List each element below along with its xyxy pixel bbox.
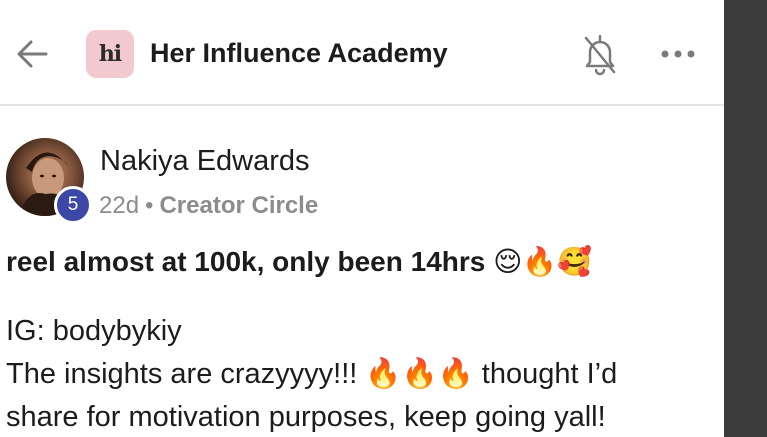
post-title: reel almost at 100k, only been 14hrs 😌🔥🥰 [6,246,593,277]
post-body: IG: bodybykiy The insights are crazyyyy!… [6,310,706,437]
background-edge [724,0,767,437]
bell-slash-icon [584,34,616,76]
back-button[interactable] [14,36,50,72]
group-header: hi Her Influence Academy [0,0,724,106]
post-meta: 22d • Creator Circle [99,192,318,220]
meta-separator: • [145,192,154,219]
level-badge: 5 [54,186,92,224]
notifications-toggle-button[interactable] [582,32,618,76]
group-title[interactable]: Her Influence Academy [150,38,448,69]
author-avatar-wrapper[interactable]: 5 [6,138,92,224]
more-options-button[interactable] [660,44,696,64]
arrow-left-icon [17,40,48,68]
post-body-line: IG: bodybykiy [6,315,182,347]
post-body-line: The insights are crazyyyy!!! 🔥🔥🔥 thought… [6,358,618,390]
post-screen: hi Her Influence Academy 5 Nakiya Edward… [0,0,724,437]
group-logo-monogram: hi [98,41,122,67]
post-category[interactable]: Creator Circle [159,192,318,219]
post-body-line: share for motivation purposes, keep goin… [6,401,606,433]
more-horizontal-icon [661,50,695,58]
post-age: 22d [99,192,140,219]
group-logo[interactable]: hi [86,30,134,78]
author-name[interactable]: Nakiya Edwards [100,145,310,178]
